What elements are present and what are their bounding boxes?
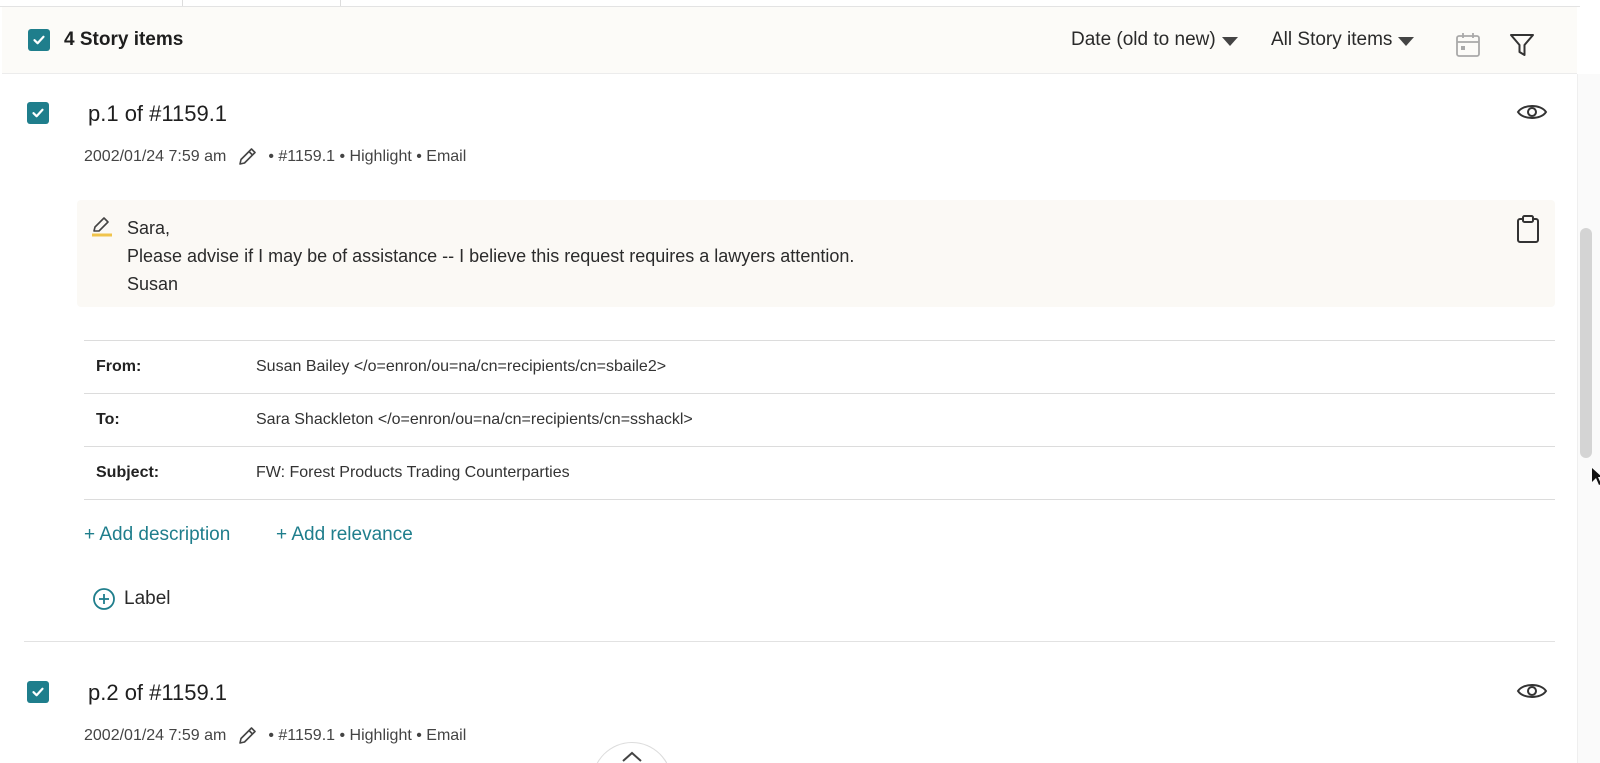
story-items-panel: 4 Story items Date (old to new) All Stor…	[0, 0, 1600, 763]
item-filter-dropdown-label: All Story items	[1271, 29, 1393, 50]
add-relevance-link[interactable]: + Add relevance	[276, 524, 413, 546]
highlight-text: Sara, Please advise if I may be of assis…	[127, 214, 854, 298]
scrollbar-thumb[interactable]	[1580, 228, 1592, 458]
highlight-line: Susan	[127, 274, 179, 294]
add-label-button[interactable]: Label	[92, 587, 171, 611]
chevron-up-icon	[622, 751, 642, 762]
select-all-checkbox[interactable]	[28, 29, 50, 51]
item-date: 2002/01/24 7:59 am	[84, 727, 227, 744]
item-title[interactable]: p.2 of #1159.1	[88, 680, 227, 706]
caret-down-icon	[1221, 36, 1238, 46]
eye-icon[interactable]	[1516, 680, 1548, 702]
field-value: Sara Shackleton </o=enron/ou=na/cn=recip…	[256, 411, 693, 428]
email-subject-row: Subject: FW: Forest Products Trading Cou…	[84, 447, 1555, 500]
funnel-icon[interactable]	[1508, 31, 1536, 59]
add-label-text: Label	[124, 588, 171, 609]
item-meta: 2002/01/24 7:59 am • #1159.1 • Highlight…	[84, 725, 466, 747]
story-items-header: 4 Story items Date (old to new) All Stor…	[2, 7, 1577, 74]
eye-icon[interactable]	[1516, 101, 1548, 123]
tab-separator	[340, 0, 341, 6]
highlighter-icon	[92, 217, 112, 237]
email-metadata-table: From: Susan Bailey </o=enron/ou=na/cn=re…	[84, 340, 1555, 500]
item-checkbox[interactable]	[27, 102, 49, 124]
story-items-count: 4 Story items	[64, 29, 184, 50]
email-to-row: To: Sara Shackleton </o=enron/ou=na/cn=r…	[84, 394, 1555, 447]
top-tab-strip	[0, 0, 1580, 7]
item-title[interactable]: p.1 of #1159.1	[88, 101, 227, 127]
highlight-excerpt: Sara, Please advise if I may be of assis…	[77, 200, 1555, 307]
field-value: FW: Forest Products Trading Counterparti…	[256, 464, 570, 481]
checkmark-icon	[33, 35, 45, 45]
tab-separator	[182, 0, 183, 6]
checkmark-icon	[32, 687, 44, 697]
item-meta: 2002/01/24 7:59 am • #1159.1 • Highlight…	[84, 146, 466, 168]
caret-down-icon	[1398, 36, 1415, 46]
email-from-row: From: Susan Bailey </o=enron/ou=na/cn=re…	[84, 341, 1555, 394]
plus-circle-icon	[93, 588, 115, 610]
pencil-icon[interactable]	[236, 725, 258, 747]
scroll-to-top-button[interactable]	[592, 742, 672, 763]
clipboard-icon[interactable]	[1515, 214, 1541, 244]
sort-dropdown[interactable]: Date (old to new)	[1071, 29, 1238, 51]
checkmark-icon	[32, 108, 44, 118]
add-description-link[interactable]: + Add description	[84, 524, 230, 546]
item-divider	[24, 641, 1555, 642]
field-key: From:	[96, 358, 142, 375]
item-tags: • #1159.1 • Highlight • Email	[268, 148, 467, 165]
sort-dropdown-label: Date (old to new)	[1071, 29, 1216, 50]
field-key: To:	[96, 411, 120, 428]
highlight-line: Sara,	[127, 218, 171, 238]
item-checkbox[interactable]	[27, 681, 49, 703]
item-filter-dropdown[interactable]: All Story items	[1271, 29, 1415, 51]
field-key: Subject:	[96, 464, 160, 481]
calendar-icon[interactable]	[1454, 31, 1482, 59]
pencil-icon[interactable]	[236, 146, 258, 168]
mouse-cursor-icon	[1592, 468, 1600, 485]
item-date: 2002/01/24 7:59 am	[84, 148, 227, 165]
field-value: Susan Bailey </o=enron/ou=na/cn=recipien…	[256, 358, 667, 375]
highlight-line: Please advise if I may be of assistance …	[127, 246, 855, 266]
item-tags: • #1159.1 • Highlight • Email	[268, 727, 467, 744]
